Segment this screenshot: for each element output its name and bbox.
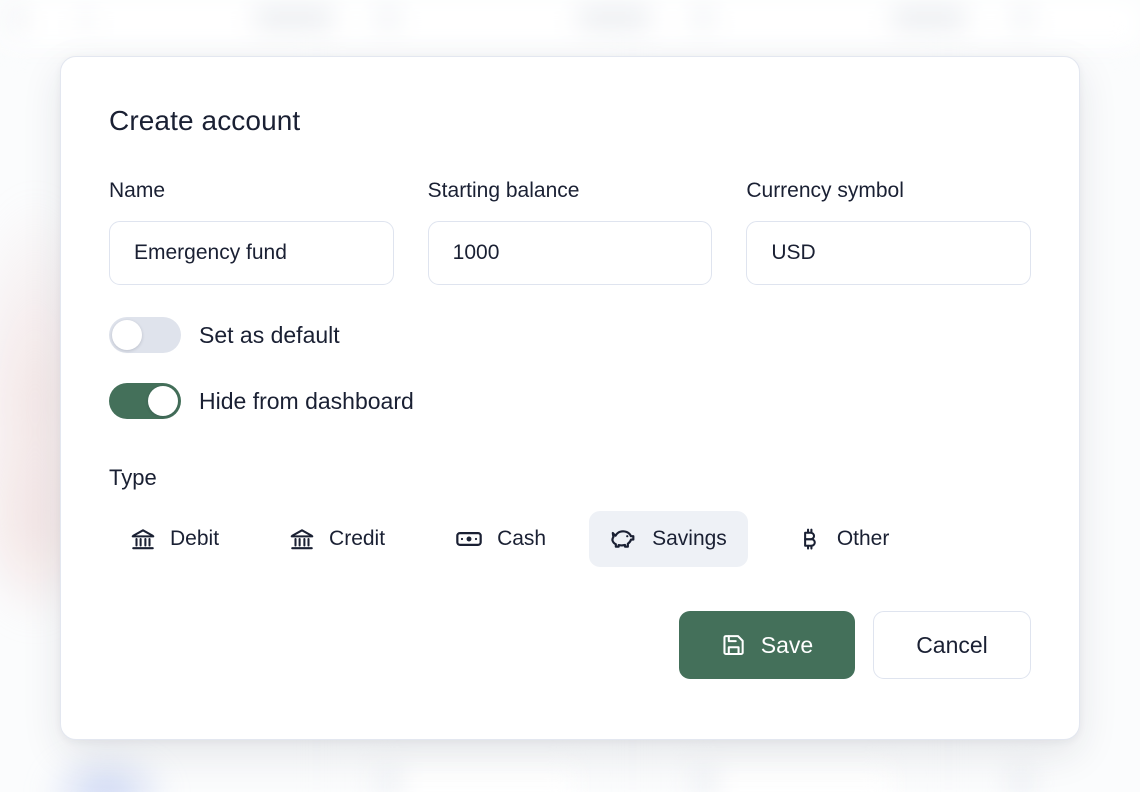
field-starting-balance: Starting balance <box>427 179 713 285</box>
field-label-name: Name <box>109 179 166 202</box>
type-label-other: Other <box>836 527 890 550</box>
type-option-other[interactable]: Other <box>776 512 911 566</box>
bank-icon <box>289 526 315 552</box>
backdrop-circle <box>694 8 712 28</box>
dialog-title: Create account <box>109 105 301 136</box>
set-as-default-toggle[interactable] <box>109 317 181 353</box>
save-button-label: Save <box>760 631 814 658</box>
field-label-starting-balance: Starting balance <box>427 179 580 202</box>
backdrop-chip <box>255 10 333 26</box>
backdrop-card <box>686 762 896 792</box>
banknote-icon <box>455 525 483 553</box>
hide-from-dashboard-label: Hide from dashboard <box>199 387 414 414</box>
hide-from-dashboard-toggle[interactable] <box>109 383 181 419</box>
backdrop-chip <box>1010 768 1032 792</box>
type-label-credit: Credit <box>329 527 386 550</box>
name-input[interactable] <box>109 221 394 285</box>
toggle-row-hide-from-dashboard: Hide from dashboard <box>109 383 1031 419</box>
field-name: Name <box>109 179 394 285</box>
starting-balance-input[interactable] <box>427 221 713 285</box>
backdrop-circle <box>378 8 398 28</box>
type-label-cash: Cash <box>497 527 547 550</box>
type-label-savings: Savings <box>652 527 727 550</box>
toggle-knob <box>148 386 178 416</box>
backdrop-blue-button <box>42 752 172 792</box>
field-label-currency-symbol: Currency symbol <box>746 179 904 202</box>
type-option-savings[interactable]: Savings <box>589 511 748 567</box>
cancel-button[interactable]: Cancel <box>873 611 1031 679</box>
field-row: Name Starting balance Currency symbol <box>109 179 1032 285</box>
type-option-debit[interactable]: Debit <box>109 512 240 566</box>
type-option-cash[interactable]: Cash <box>434 511 567 567</box>
type-option-group: Debit Credit Cash Savings Other <box>109 511 1031 567</box>
backdrop-chip <box>578 10 650 26</box>
backdrop-chip <box>694 768 716 792</box>
cancel-button-label: Cancel <box>916 631 988 658</box>
bitcoin-icon <box>797 526 823 552</box>
backdrop-chip <box>10 10 24 28</box>
set-as-default-label: Set as default <box>199 321 340 348</box>
backdrop-card <box>370 762 580 792</box>
dialog-actions: Save Cancel <box>109 611 1031 679</box>
field-currency-symbol: Currency symbol <box>746 179 1032 285</box>
bank-icon <box>130 526 156 552</box>
backdrop-topbar <box>0 0 1140 48</box>
piggy-bank-icon <box>610 525 638 553</box>
type-label-debit: Debit <box>170 527 220 550</box>
type-heading: Type <box>109 465 157 490</box>
create-account-dialog: Create account Name Starting balance Cur… <box>60 56 1080 740</box>
backdrop-circle <box>1014 8 1032 28</box>
toggle-row-set-as-default: Set as default <box>109 317 1031 353</box>
type-option-credit[interactable]: Credit <box>268 512 406 566</box>
backdrop-chip <box>892 10 966 26</box>
toggle-knob <box>112 320 142 350</box>
backdrop-chip <box>82 12 90 28</box>
floppy-disk-save-icon <box>721 632 747 658</box>
backdrop-chip <box>378 768 400 792</box>
save-button[interactable]: Save <box>679 611 855 679</box>
currency-symbol-input[interactable] <box>746 221 1032 285</box>
